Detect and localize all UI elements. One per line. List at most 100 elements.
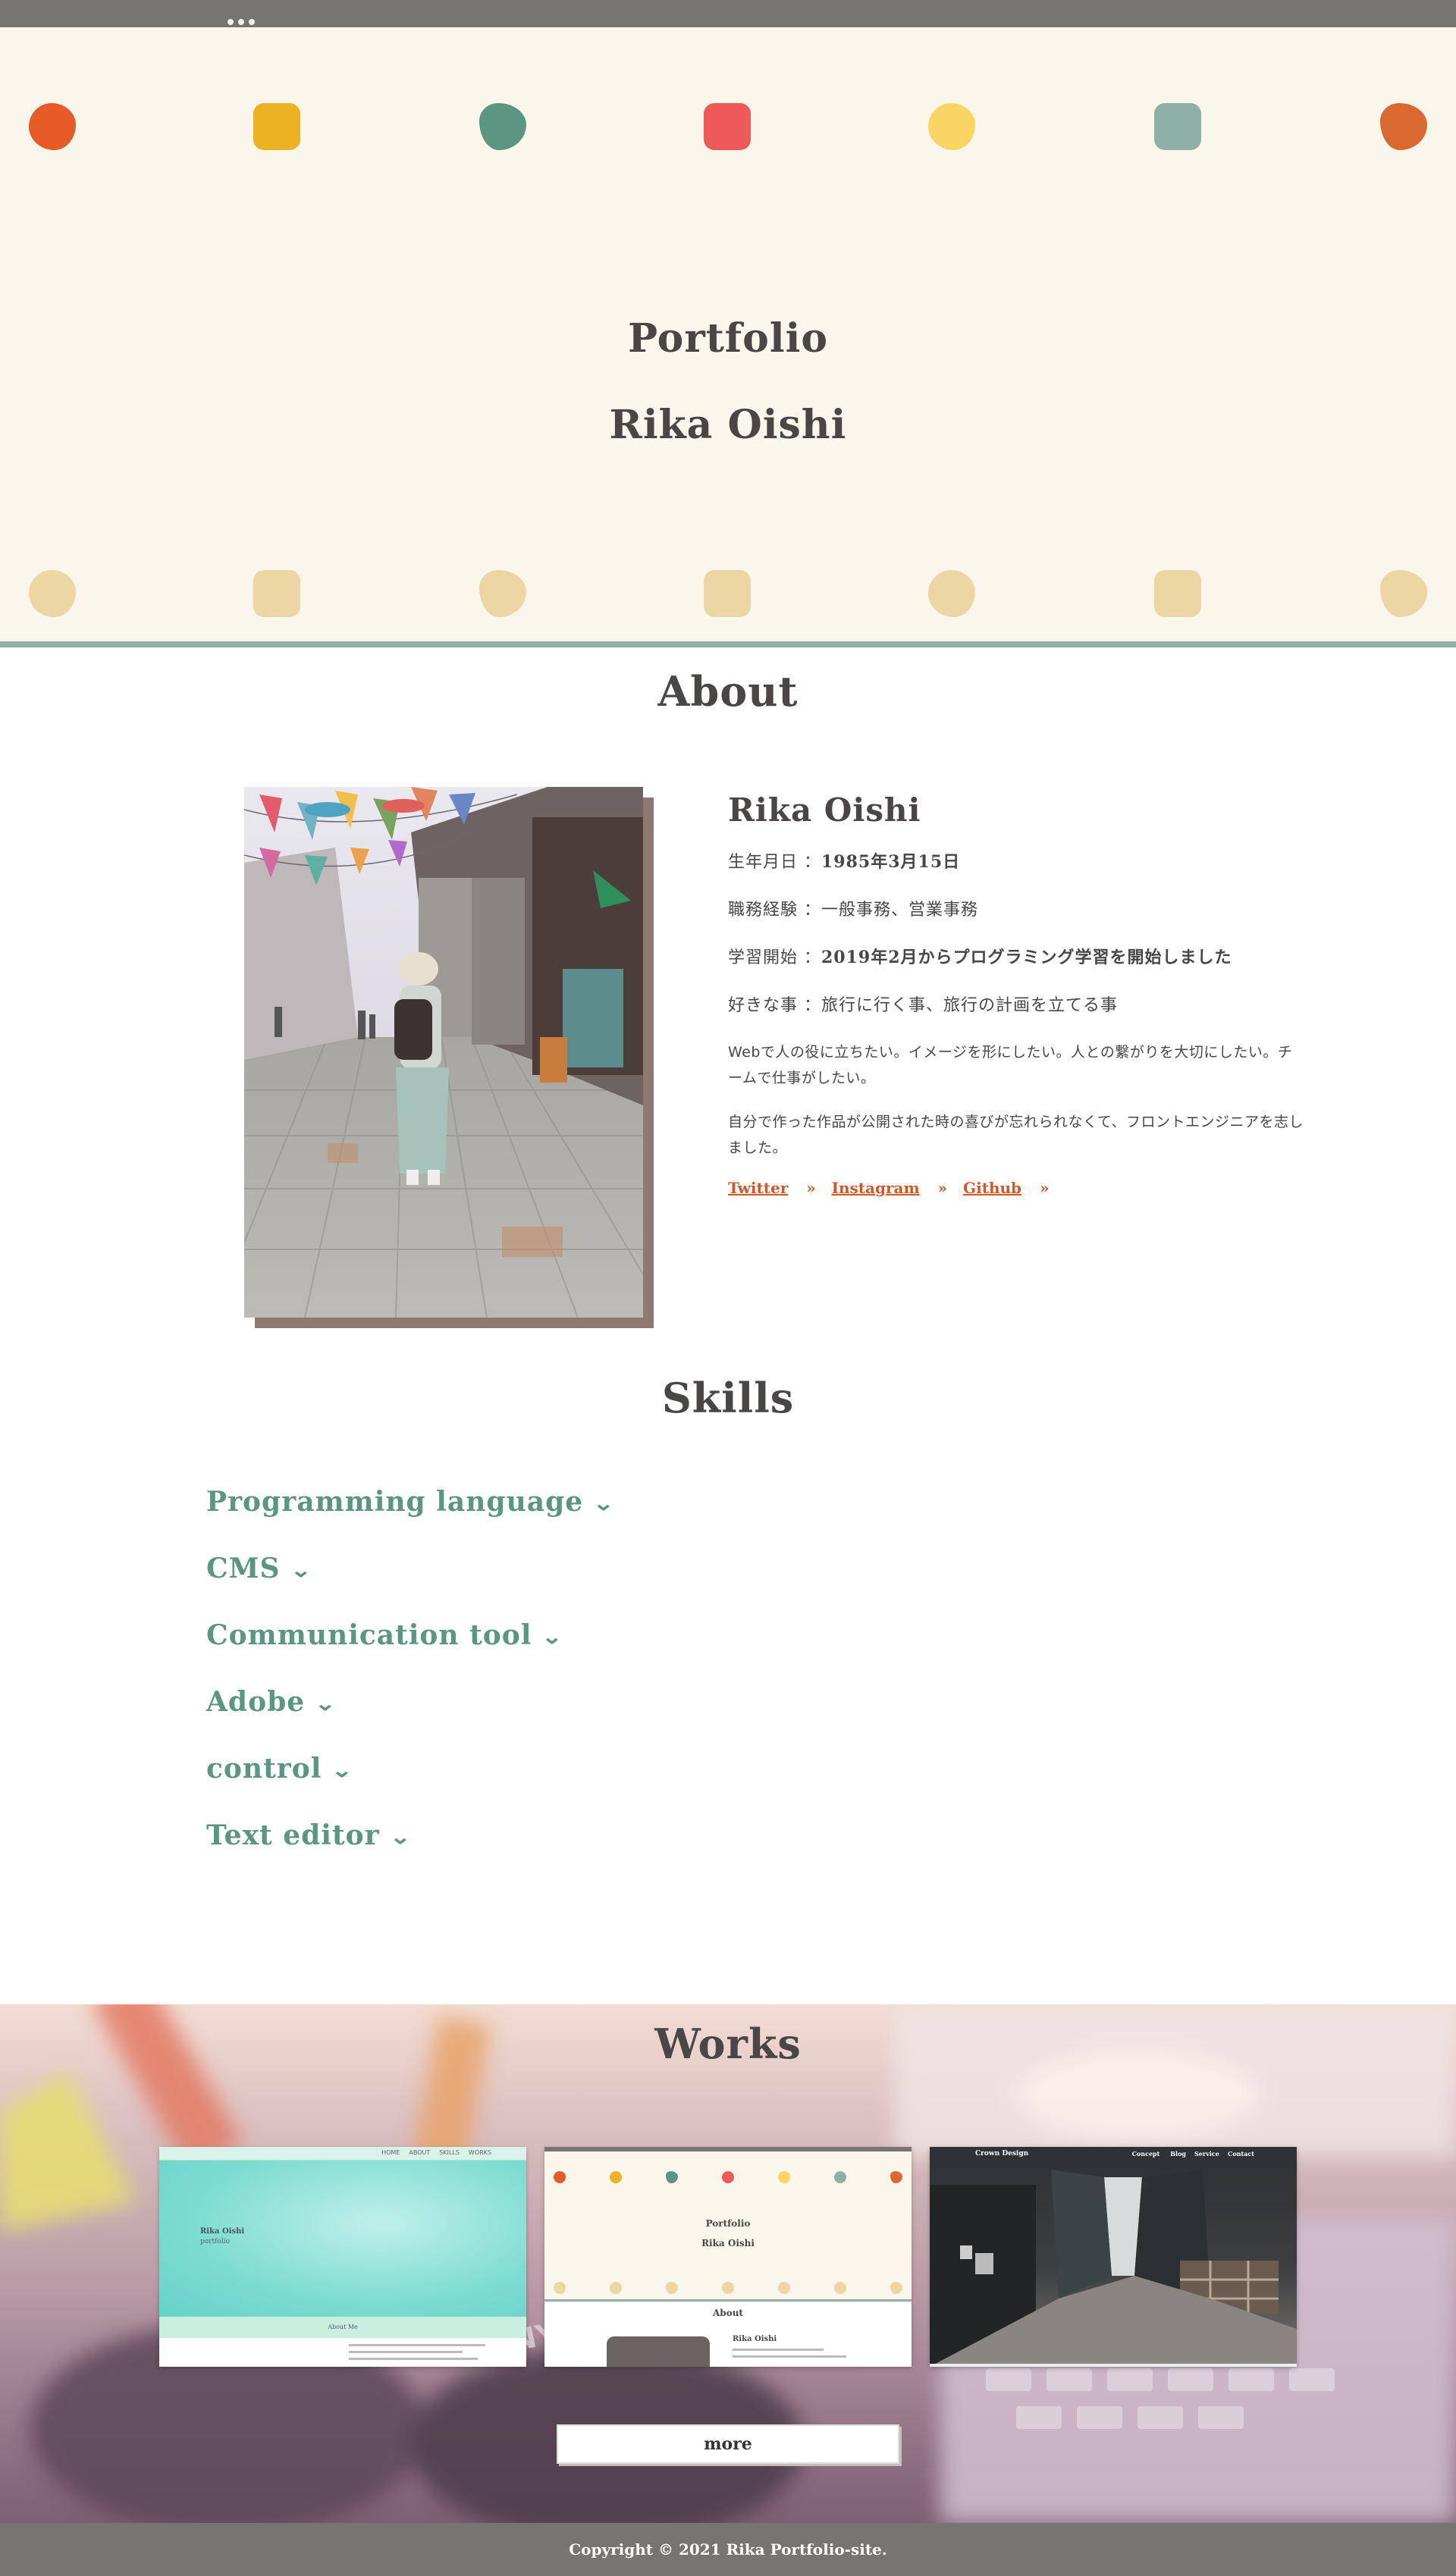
row-label: 好きな事 ：	[728, 996, 821, 1015]
card1-header: HOME ABOUT SKILLS WORKS	[159, 2147, 526, 2161]
decorative-dot	[666, 2171, 678, 2183]
work-card-1[interactable]: HOME ABOUT SKILLS WORKS Rika Oishi portfoli…	[159, 2147, 526, 2367]
skill-accordion-programming-language[interactable]: Programming language ⌄	[206, 1486, 616, 1518]
skills-section: Skills Programming language ⌄ CMS ⌄ Commun…	[0, 1374, 1456, 2004]
profile-paragraph-1: Webで人の役に立ちたい。イメージを形にしたい。人との繋がりを大切にしたい。チー…	[728, 1044, 1293, 1086]
github-link-label: Github	[963, 1179, 1022, 1197]
row-value: 一般事務、営業事務	[821, 901, 979, 920]
more-button[interactable]: more	[557, 2424, 899, 2464]
footer: Copyright © 2021 Rika Portfolio-site.	[0, 2523, 1456, 2576]
profile-study-start: 学習開始 ：2019年2月からプログラミング学習を開始しました	[728, 944, 1304, 968]
profile-name: Rika Oishi	[728, 791, 921, 829]
hero-title: Portfolio	[627, 315, 829, 362]
card1-section-bar: About Me	[159, 2317, 526, 2338]
card1-nav-about: ABOUT	[409, 2149, 431, 2156]
decorative-dot	[29, 570, 76, 617]
copyright-text: Copyright © 2021 Rika Portfolio-site.	[569, 2540, 887, 2559]
card2-hero: Portfolio Rika Oishi	[544, 2147, 912, 2302]
decorative-dot	[1154, 103, 1201, 150]
decorative-dot	[928, 570, 975, 617]
chevron-down-icon: ⌄	[592, 1493, 616, 1515]
instagram-link-label: Instagram	[831, 1179, 920, 1197]
decorative-dot	[253, 103, 300, 150]
skill-accordion-text-editor[interactable]: Text editor ⌄	[206, 1819, 410, 1851]
about-title: About	[657, 667, 799, 716]
decorative-dot	[29, 103, 76, 150]
skill-accordion-communication-tool[interactable]: Communication tool ⌄	[206, 1619, 563, 1651]
row-value: 1985年3月15日	[821, 852, 961, 872]
decorative-dot	[834, 2282, 846, 2294]
skills-title: Skills	[661, 1374, 795, 1422]
decorative-dot	[610, 2171, 622, 2183]
profile-experience: 職務経験 ：一般事務、営業事務	[728, 896, 1304, 920]
card3-hero: Crown Design Concept Blog Service Contac…	[930, 2147, 1297, 2367]
card1-nav-works: WORKS	[468, 2149, 491, 2156]
double-chevron-right-icon: »	[806, 1179, 816, 1197]
decorative-dot	[554, 2171, 566, 2183]
profile-photo	[244, 787, 654, 1328]
works-section: SONY Works HOMEABOUTSKILLSWORKS Rika Ois…	[0, 2004, 1456, 2523]
card2-text-lines	[733, 2349, 884, 2362]
decorative-dot	[666, 2282, 678, 2294]
skill-label: Programming language	[206, 1486, 584, 1518]
work-card-2[interactable]: Portfolio Rika Oishi About Rika Oishi	[544, 2147, 912, 2367]
about-section: About Rika Oishi 生年月日 ：1985年3月15日 職務経験 ：…	[0, 647, 1456, 1375]
skill-accordion-control[interactable]: control ⌄	[206, 1753, 354, 1785]
card1-nav-skills: SKILLS	[439, 2149, 460, 2156]
double-chevron-right-icon: »	[1040, 1179, 1050, 1197]
github-link[interactable]: Github	[963, 1179, 1021, 1197]
skill-label: CMS	[206, 1553, 281, 1584]
card2-name: Rika Oishi	[733, 2335, 777, 2343]
card2-subtitle: Rika Oishi	[701, 2238, 755, 2249]
card2-photo-thumb	[607, 2336, 710, 2367]
decorative-dot	[1380, 103, 1427, 150]
decorative-dot	[890, 2171, 902, 2183]
row-label: 職務経験 ：	[728, 901, 821, 920]
twitter-link[interactable]: Twitter	[728, 1179, 788, 1197]
hero-section: Portfolio Rika Oishi	[0, 27, 1456, 647]
card1-hero: Rika Oishi portfolio	[159, 2161, 526, 2317]
decorative-dot	[890, 2282, 902, 2294]
street-photo	[244, 787, 643, 1318]
profile-paragraph-2: 自分で作った作品が公開された時の喜びが忘れられなくて、フロントエンジニアを志しま…	[728, 1114, 1304, 1156]
double-chevron-right-icon: »	[937, 1179, 948, 1197]
chevron-down-icon: ⌄	[314, 1693, 337, 1716]
card1-name: Rika Oishi	[200, 2227, 245, 2236]
decorative-dot	[834, 2171, 846, 2183]
decorative-dot	[704, 103, 751, 150]
decorative-dot	[253, 570, 300, 617]
decorative-dot	[778, 2171, 790, 2183]
decorative-dot	[610, 2282, 622, 2294]
skill-label: Text editor	[206, 1819, 380, 1851]
decorative-dot	[1380, 570, 1427, 617]
decorative-dot	[778, 2282, 790, 2294]
social-links: Twitter » Instagram » Github »	[728, 1179, 1304, 1197]
decorative-dot	[722, 2171, 734, 2183]
chevron-down-icon: ⌄	[331, 1760, 354, 1782]
top-bar	[0, 0, 1456, 27]
card1-section-label: About Me	[328, 2324, 358, 2330]
profile-info: Rika Oishi 生年月日 ：1985年3月15日 職務経験 ：一般事務、営…	[728, 791, 1304, 1197]
work-card-3[interactable]: Crown Design Concept Blog Service Contac…	[930, 2147, 1297, 2367]
row-value: 旅行に行く事、旅行の計画を立てる事	[821, 996, 1119, 1015]
hero-subtitle: Rika Oishi	[609, 402, 847, 448]
decorative-dot	[479, 570, 526, 617]
profile-hobby: 好きな事 ：旅行に行く事、旅行の計画を立てる事	[728, 992, 1304, 1016]
card3-interior-image	[930, 2170, 1297, 2367]
card1-sub: portfolio	[200, 2238, 231, 2245]
profile-birthday: 生年月日 ：1985年3月15日	[728, 848, 1304, 873]
row-value: 2019年2月からプログラミング学習を開始しました	[821, 948, 1232, 967]
row-label: 生年月日 ：	[728, 853, 821, 872]
skill-accordion-adobe[interactable]: Adobe ⌄	[206, 1686, 337, 1718]
card2-title: Portfolio	[705, 2218, 751, 2229]
decorative-dot	[479, 103, 526, 150]
decorative-dot	[554, 2282, 566, 2294]
row-label: 学習開始 ：	[728, 948, 821, 967]
chevron-down-icon: ⌄	[290, 1559, 312, 1582]
decorative-dot	[722, 2282, 734, 2294]
skill-accordion-cms[interactable]: CMS ⌄	[206, 1553, 312, 1584]
card1-nav-home: HOME	[381, 2149, 400, 2156]
instagram-link[interactable]: Instagram	[832, 1179, 920, 1197]
card1-text-lines	[349, 2344, 500, 2364]
skill-label: Communication tool	[206, 1619, 532, 1651]
